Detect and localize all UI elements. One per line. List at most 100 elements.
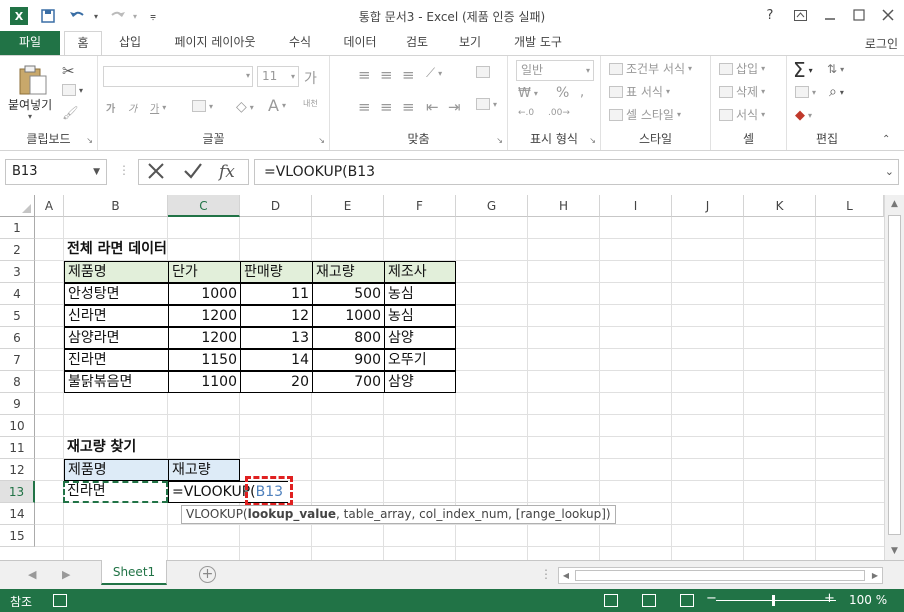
- table-header-cell[interactable]: 단가: [168, 261, 241, 283]
- align-right-icon[interactable]: ≡: [402, 98, 415, 116]
- wrap-text-icon[interactable]: [476, 66, 490, 78]
- lookup-header-cell[interactable]: 제품명: [64, 459, 169, 481]
- column-header-k[interactable]: K: [744, 195, 816, 217]
- table-title[interactable]: 전체 라면 데이터: [64, 239, 170, 261]
- help-icon[interactable]: ?: [756, 4, 784, 26]
- table-cell[interactable]: 11: [240, 283, 313, 305]
- percent-button[interactable]: %: [556, 85, 569, 101]
- zoom-slider-thumb[interactable]: [772, 595, 775, 606]
- paste-dropdown-icon[interactable]: ▾: [28, 112, 32, 121]
- tab-file[interactable]: 파일: [0, 31, 60, 55]
- scroll-down-icon[interactable]: ▼: [885, 542, 904, 560]
- borders-icon[interactable]: ▾: [192, 100, 213, 112]
- zoom-slider[interactable]: [716, 600, 836, 601]
- scroll-left-icon[interactable]: ◀: [559, 568, 573, 583]
- underline-button[interactable]: 가 ▾: [150, 100, 166, 115]
- column-header-i[interactable]: I: [600, 195, 672, 217]
- collapse-ribbon-icon[interactable]: ⌃: [882, 134, 890, 145]
- fill-color-icon[interactable]: ◇ ▾: [236, 99, 254, 115]
- copy-icon[interactable]: ▾: [62, 84, 83, 96]
- align-left-icon[interactable]: ≡: [358, 98, 371, 116]
- table-cell[interactable]: 800: [312, 327, 385, 349]
- column-header-e[interactable]: E: [312, 195, 384, 217]
- row-header-15[interactable]: 15: [0, 525, 35, 547]
- column-header-l[interactable]: L: [816, 195, 884, 217]
- page-break-view-icon[interactable]: [680, 594, 694, 607]
- format-painter-icon[interactable]: 🖌: [62, 106, 79, 121]
- conditional-formatting-button[interactable]: 조건부 서식 ▾: [609, 60, 692, 77]
- formula-input[interactable]: =VLOOKUP(B13 ⌄: [254, 159, 899, 185]
- lookup-product-cell[interactable]: 진라면: [64, 481, 168, 503]
- insert-function-button[interactable]: fx: [219, 162, 235, 182]
- phonetic-guide-button[interactable]: 내천: [303, 99, 318, 108]
- tab-insert[interactable]: 삽입: [108, 31, 152, 55]
- cancel-entry-icon[interactable]: [147, 162, 165, 185]
- confirm-entry-icon[interactable]: [183, 162, 203, 185]
- column-header-d[interactable]: D: [240, 195, 312, 217]
- column-header-a[interactable]: A: [35, 195, 64, 217]
- number-expand-icon[interactable]: ↘: [589, 136, 596, 145]
- font-size-select[interactable]: 11 ▾: [257, 66, 299, 87]
- vertical-scrollbar[interactable]: ▲ ▼: [884, 195, 904, 560]
- column-header-j[interactable]: J: [672, 195, 744, 217]
- comma-style-icon[interactable]: ,: [580, 85, 584, 100]
- bold-button[interactable]: 가: [106, 100, 115, 115]
- align-center-icon[interactable]: ≡: [380, 98, 393, 116]
- table-cell[interactable]: 1000: [168, 283, 241, 305]
- function-tooltip[interactable]: VLOOKUP(lookup_value, table_array, col_i…: [181, 505, 616, 524]
- bottom-align-icon[interactable]: ≡: [402, 66, 415, 84]
- table-cell[interactable]: 700: [312, 371, 385, 393]
- tab-home[interactable]: 홈: [64, 31, 102, 56]
- font-expand-icon[interactable]: ↘: [318, 136, 325, 145]
- zoom-out-icon[interactable]: −: [706, 591, 717, 606]
- column-header-h[interactable]: H: [528, 195, 600, 217]
- table-cell[interactable]: 신라면: [64, 305, 169, 327]
- cell-styles-button[interactable]: 셀 스타일 ▾: [609, 106, 681, 123]
- row-header-8[interactable]: 8: [0, 371, 35, 393]
- horizontal-scrollbar[interactable]: ◀ ▶: [558, 567, 883, 584]
- table-cell[interactable]: 14: [240, 349, 313, 371]
- row-header-13[interactable]: 13: [0, 481, 35, 503]
- row-header-12[interactable]: 12: [0, 459, 35, 481]
- table-cell[interactable]: 안성탕면: [64, 283, 169, 305]
- expand-formula-bar-icon[interactable]: ⌄: [885, 160, 894, 184]
- login-link[interactable]: 로그인: [865, 35, 898, 52]
- table-cell[interactable]: 농심: [384, 283, 456, 305]
- table-cell[interactable]: 불닭볶음면: [64, 371, 169, 393]
- zoom-level[interactable]: 100 %: [849, 593, 887, 607]
- row-header-4[interactable]: 4: [0, 283, 35, 305]
- macro-recording-icon[interactable]: [53, 594, 67, 607]
- table-cell[interactable]: 오뚜기: [384, 349, 456, 371]
- maximize-icon[interactable]: [845, 4, 873, 26]
- table-cell[interactable]: 삼양: [384, 371, 456, 393]
- table-header-cell[interactable]: 제조사: [384, 261, 456, 283]
- sort-filter-icon[interactable]: ⇅ ▾: [827, 62, 844, 76]
- tab-page-layout[interactable]: 페이지 레이아웃: [162, 31, 268, 55]
- table-header-cell[interactable]: 판매량: [240, 261, 313, 283]
- name-box-dropdown-icon[interactable]: ▼: [93, 160, 100, 184]
- number-format-select[interactable]: 일반 ▾: [516, 60, 594, 81]
- name-box[interactable]: B13 ▼: [5, 159, 107, 185]
- table-cell[interactable]: 1150: [168, 349, 241, 371]
- formula-bar-splitter-icon[interactable]: ⋮: [118, 163, 130, 177]
- table-cell[interactable]: 1200: [168, 305, 241, 327]
- clipboard-expand-icon[interactable]: ↘: [86, 136, 93, 145]
- row-header-2[interactable]: 2: [0, 239, 35, 261]
- font-name-select[interactable]: [103, 66, 253, 87]
- tab-formulas[interactable]: 수식: [278, 31, 322, 55]
- row-header-9[interactable]: 9: [0, 393, 35, 415]
- row-header-6[interactable]: 6: [0, 327, 35, 349]
- table-cell[interactable]: 진라면: [64, 349, 169, 371]
- increase-indent-icon[interactable]: ⇥: [448, 98, 461, 116]
- row-header-11[interactable]: 11: [0, 437, 35, 459]
- insert-cells-button[interactable]: 삽입 ▾: [719, 60, 765, 77]
- lookup-header-cell[interactable]: 재고량: [168, 459, 240, 481]
- lookup-formula-cell[interactable]: =VLOOKUP(B13: [168, 481, 288, 503]
- table-cell[interactable]: 12: [240, 305, 313, 327]
- paste-icon[interactable]: [18, 64, 48, 96]
- row-header-1[interactable]: 1: [0, 217, 35, 239]
- decrease-decimal-icon[interactable]: .00→: [548, 108, 570, 118]
- paste-button[interactable]: 붙여넣기: [8, 96, 52, 113]
- row-header-10[interactable]: 10: [0, 415, 35, 437]
- next-sheet-icon[interactable]: ▶: [62, 568, 70, 581]
